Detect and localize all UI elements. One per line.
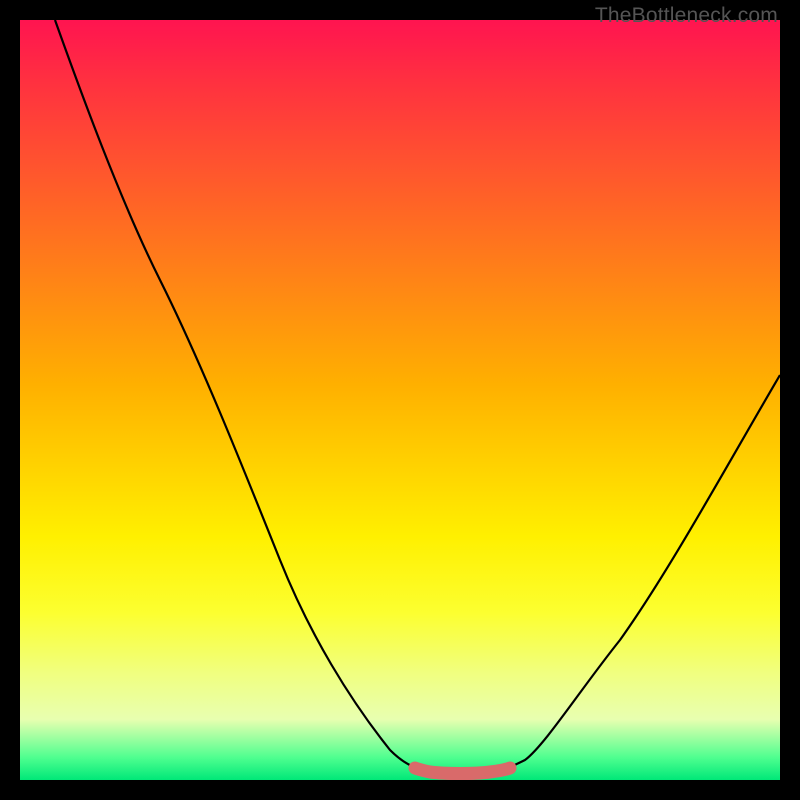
highlight-segment <box>415 768 510 774</box>
bottleneck-curve <box>55 20 780 774</box>
chart-area <box>20 20 780 780</box>
watermark-text: TheBottleneck.com <box>595 4 778 28</box>
chart-svg <box>20 20 780 780</box>
